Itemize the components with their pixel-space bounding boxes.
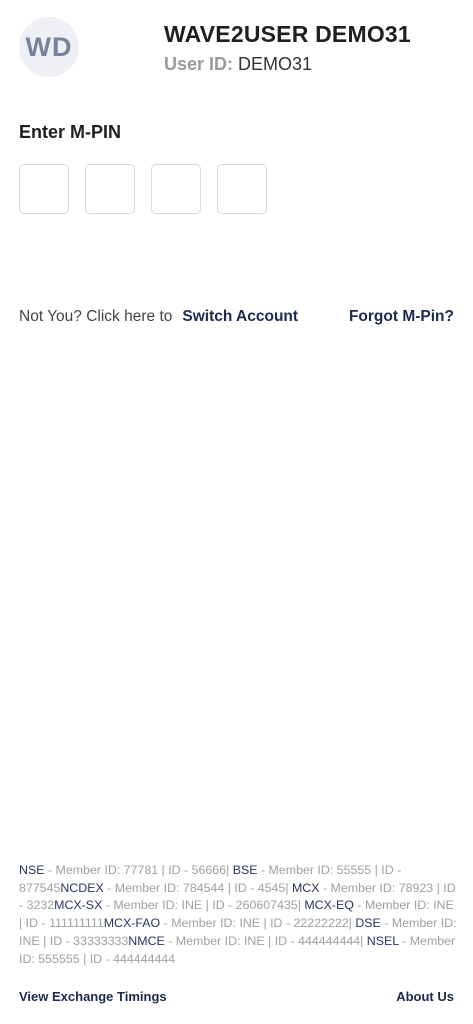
user-name: WAVE2USER DEMO31 [164,21,411,47]
avatar-initials: WD [25,31,73,62]
exchange-name: MCX-EQ [304,898,354,913]
user-id-label: User ID: [164,54,234,74]
mpin-digit-1[interactable] [19,164,69,214]
user-id-value: DEMO31 [238,54,313,74]
switch-account-link[interactable]: Switch Account [182,308,298,326]
exchange-name: MCX-SX [54,898,103,913]
user-info: WAVE2USER DEMO31 User ID: DEMO31 [164,21,411,75]
avatar: WD [19,17,79,77]
forgot-mpin-link[interactable]: Forgot M-Pin? [349,308,454,326]
exchange-name: NSE [19,863,45,877]
user-header: WD WAVE2USER DEMO31 User ID: DEMO31 [19,17,411,77]
exchange-details: - Member ID: 77781 | ID - 56666| [44,863,233,877]
exchange-name: MCX-FAO [103,916,161,931]
about-us-link[interactable]: About Us [396,989,454,1004]
footer-links: View Exchange Timings About Us [19,989,454,1004]
exchange-name: NMCE [128,933,165,948]
exchange-name: NCDEX [60,880,104,895]
view-exchange-timings-link[interactable]: View Exchange Timings [19,989,167,1004]
exchange-details: - Member ID: INE | ID - 444444444| [164,933,367,948]
exchange-name: NSEL [366,933,399,948]
mpin-digit-3[interactable] [151,164,201,214]
not-you-text: Not You? Click here to [19,308,173,325]
exchange-details: - Member ID: INE | ID - 260607435| [102,898,305,913]
exchange-member-disclaimer: NSE - Member ID: 77781 | ID - 56666| BSE… [19,862,457,968]
mpin-login-screen: WD WAVE2USER DEMO31 User ID: DEMO31 Ente… [0,0,473,1024]
account-actions-row: Not You? Click here to Switch Account Fo… [19,308,454,326]
exchange-details: - Member ID: 784544 | ID - 4545| [103,880,292,895]
mpin-title: Enter M-PIN [19,122,122,142]
mpin-digit-4[interactable] [217,164,267,214]
user-id-row: User ID: DEMO31 [164,54,411,75]
exchange-name: BSE [232,863,258,877]
exchange-details: - Member ID: INE | ID - 22222222| [160,916,356,931]
exchange-name: MCX [291,880,320,895]
mpin-input-row [19,164,267,214]
mpin-digit-2[interactable] [85,164,135,214]
exchange-name: DSE [355,916,381,931]
